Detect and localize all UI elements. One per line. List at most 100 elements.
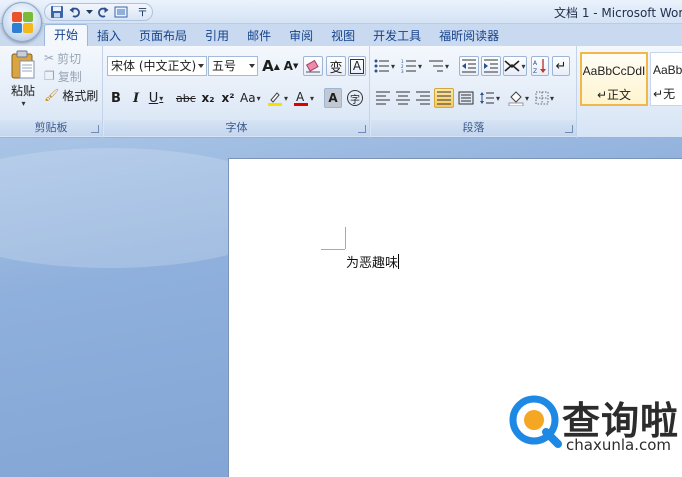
font-color-button[interactable]: A ▾ [293, 88, 314, 108]
line-spacing-button[interactable]: ▾ [479, 88, 500, 108]
subscript-button[interactable]: x₂ [199, 88, 217, 108]
phonetic-guide-button[interactable]: 变 [326, 56, 346, 76]
style-normal-name: ↵正文 [582, 86, 646, 103]
sort-icon: AZ [533, 59, 546, 74]
format-painter-label: 格式刷 [62, 88, 99, 103]
show-hide-marks-button[interactable]: ↵ [552, 56, 570, 76]
character-border-label: A [349, 58, 365, 74]
tab-foxit-reader[interactable]: 福昕阅读器 [430, 26, 508, 46]
clipboard-dialog-launcher[interactable] [91, 125, 99, 133]
svg-text:Z: Z [533, 68, 537, 74]
shading-button[interactable]: ▾ [508, 88, 529, 108]
svg-text:A: A [533, 60, 538, 67]
sort-button[interactable]: AZ [531, 56, 549, 76]
italic-label: I [132, 90, 140, 106]
indent-icon [484, 59, 498, 73]
copy-label: 复制 [57, 69, 82, 84]
distributed-button[interactable] [457, 88, 475, 108]
pilcrow-icon: ↵ [596, 88, 608, 102]
text-highlight-button[interactable]: ▾ [267, 88, 288, 108]
caret-down-icon: ▼ [292, 62, 299, 70]
multilevel-list-icon [429, 60, 443, 72]
decrease-indent-button[interactable] [459, 56, 479, 76]
tab-references[interactable]: 引用 [196, 26, 238, 46]
cut-label: 剪切 [57, 51, 82, 66]
margin-crop-mark [321, 249, 345, 250]
change-case-button[interactable]: Aa ▾ [240, 88, 261, 108]
increase-indent-button[interactable] [481, 56, 501, 76]
font-size-combobox[interactable]: 五号 [208, 56, 258, 76]
align-left-button[interactable] [374, 88, 392, 108]
borders-button[interactable]: ▾ [535, 88, 554, 108]
window-title: 文档 1 - Microsoft Word [554, 6, 682, 20]
grow-font-label: A [262, 57, 274, 75]
strikethrough-button[interactable]: abc [176, 88, 196, 108]
clear-formatting-button[interactable] [303, 56, 323, 76]
font-family-combobox[interactable]: 宋体 (中文正文) [107, 56, 207, 76]
outdent-icon [462, 59, 476, 73]
document-text-run: 为恶趣味 [346, 256, 399, 271]
font-size-value: 五号 [212, 59, 237, 73]
tab-insert[interactable]: 插入 [88, 26, 130, 46]
bold-button[interactable]: B [107, 88, 125, 108]
superscript-button[interactable]: x² [219, 88, 237, 108]
paragraph-dialog-launcher[interactable] [565, 125, 573, 133]
tab-home[interactable]: 开始 [44, 24, 89, 46]
align-right-button[interactable] [414, 88, 432, 108]
chevron-down-icon[interactable]: ▾ [7, 99, 40, 108]
align-center-button[interactable] [394, 88, 412, 108]
margin-crop-mark [345, 227, 346, 249]
chevron-down-icon[interactable] [85, 4, 93, 20]
pilcrow-icon: ↵ [653, 87, 664, 101]
text-caret [398, 254, 400, 269]
character-border-button[interactable]: A [348, 56, 366, 76]
underline-label: U [148, 90, 159, 106]
multilevel-list-button[interactable]: ▾ [428, 56, 449, 76]
tab-developer[interactable]: 开发工具 [364, 26, 430, 46]
bullets-button[interactable]: ▾ [374, 56, 395, 76]
watermark-url: chaxunla.com [566, 436, 671, 454]
character-shading-button[interactable]: A [324, 88, 342, 108]
phonetic-guide-label: 变 [329, 60, 343, 76]
strikethrough-label: abc [176, 91, 196, 105]
highlighter-icon [268, 92, 282, 106]
style-no-spacing[interactable]: AaBbC ↵无 [650, 52, 682, 106]
print-preview-icon[interactable] [113, 4, 129, 20]
tab-page-layout[interactable]: 页面布局 [130, 26, 196, 46]
ribbon-tab-bar: 开始 插入 页面布局 引用 邮件 审阅 视图 开发工具 福昕阅读器 [0, 24, 682, 46]
document-body-text[interactable]: 为恶趣味 [346, 252, 400, 271]
justify-button[interactable] [434, 88, 454, 108]
bullet-list-icon [374, 59, 389, 73]
tab-mailings[interactable]: 邮件 [238, 26, 280, 46]
redo-icon[interactable] [95, 4, 111, 20]
tab-review[interactable]: 审阅 [280, 26, 322, 46]
chinese-layout-icon [504, 60, 521, 72]
styles-group: AaBbCcDdI ↵正文 AaBbC ↵无 [578, 46, 682, 138]
undo-icon[interactable] [67, 4, 83, 20]
office-button[interactable] [2, 2, 42, 42]
grow-font-button[interactable]: A ▲ [262, 56, 280, 76]
chevron-down-icon: ▾ [391, 61, 396, 71]
italic-button[interactable]: I [127, 88, 145, 108]
caret-up-icon: ▲ [273, 61, 280, 71]
chinese-layout-button[interactable]: ▾ [503, 56, 527, 76]
shrink-font-button[interactable]: A ▼ [282, 56, 300, 76]
format-painter-button[interactable]: 🖌 格式刷 [44, 87, 98, 103]
cut-button[interactable]: ✂ 剪切 [44, 50, 81, 66]
tab-view[interactable]: 视图 [322, 26, 364, 46]
font-dialog-launcher[interactable] [358, 125, 366, 133]
enclose-characters-button[interactable]: 字 [345, 88, 365, 108]
underline-button[interactable]: U ▾ [147, 88, 165, 108]
style-no-spacing-sample: AaBbC [653, 63, 682, 77]
scissors-icon: ✂ [44, 51, 55, 65]
style-normal[interactable]: AaBbCcDdI ↵正文 [580, 52, 648, 106]
superscript-label: x² [221, 91, 235, 105]
paste-button[interactable]: 粘贴 ▾ [6, 50, 40, 110]
eraser-icon [305, 59, 320, 73]
numbering-button[interactable]: 1 2 3 ▾ [401, 56, 422, 76]
customize-qat-icon[interactable]: 〒 [137, 4, 148, 20]
watermark-logo-icon [509, 395, 562, 448]
save-icon[interactable] [49, 4, 65, 20]
copy-button[interactable]: ❐ 复制 [44, 68, 82, 84]
quick-access-toolbar: 〒 [44, 3, 153, 21]
